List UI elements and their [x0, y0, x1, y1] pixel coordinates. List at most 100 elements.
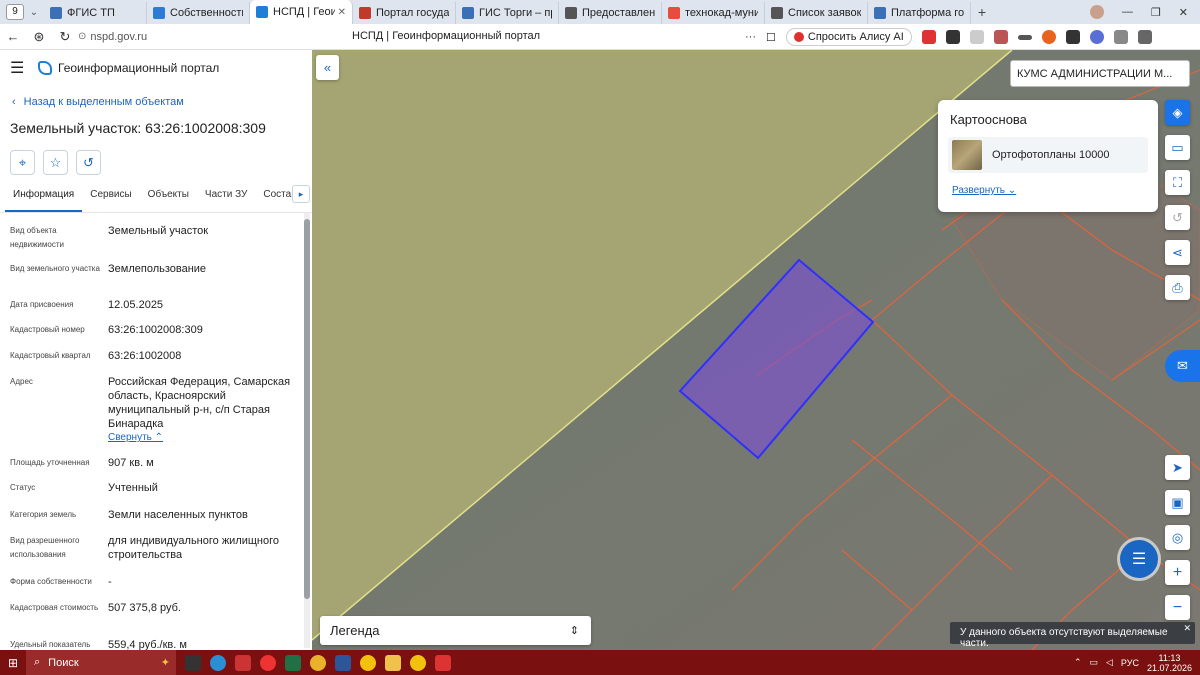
downloads-icon[interactable]: [1137, 30, 1152, 44]
tabs-scroll-right-icon[interactable]: ▸: [292, 185, 310, 203]
1c-second-icon[interactable]: [410, 654, 426, 671]
folder-icon[interactable]: [385, 654, 401, 671]
property-value: Земельный участок: [108, 224, 298, 252]
collapse-address-link[interactable]: Свернуть ⌃: [108, 431, 298, 445]
profile-avatar[interactable]: [1089, 5, 1104, 19]
zoom-in-button[interactable]: +: [1165, 560, 1190, 585]
browser-tab[interactable]: НСПД | Геоинфор✕: [250, 0, 353, 24]
back-arrow-icon[interactable]: ←: [0, 29, 26, 44]
scrollbar-thumb[interactable]: [304, 219, 310, 599]
tab-list-chevron-icon[interactable]: ⌄: [24, 7, 44, 18]
property-value: -: [108, 575, 298, 589]
page-title: НСПД | Геоинформационный портал: [352, 30, 541, 42]
extension-dash-icon[interactable]: [1017, 34, 1032, 40]
volume-icon[interactable]: ◁: [1106, 657, 1113, 668]
windows-start-icon[interactable]: ⊞: [0, 656, 26, 670]
chrome-icon[interactable]: [310, 654, 326, 671]
history-tool-button[interactable]: ↺: [1165, 205, 1190, 230]
close-tab-icon[interactable]: ✕: [335, 7, 346, 18]
minimap-button[interactable]: ▣: [1165, 490, 1190, 515]
ask-alice-button[interactable]: Спросить Алису AI: [785, 28, 912, 46]
new-tab-button[interactable]: +: [971, 4, 993, 20]
expand-basemap-link[interactable]: Развернуть ⌄: [952, 185, 1158, 196]
tab-count-badge[interactable]: 9: [6, 4, 24, 20]
navigation-arrow-icon: ➤: [1172, 459, 1183, 475]
layers-tool-button[interactable]: ◈: [1165, 100, 1190, 125]
extension-orange-icon[interactable]: [1041, 30, 1056, 44]
pin-button[interactable]: ◎: [1165, 525, 1190, 550]
taskbar-search[interactable]: ⌕ Поиск ✦: [26, 650, 176, 675]
browser-tab[interactable]: Платформа государс: [868, 2, 971, 24]
tab-label: Платформа государс: [891, 7, 964, 19]
menu-burger-icon[interactable]: ☰: [10, 58, 32, 78]
locate-on-map-button[interactable]: ⌖: [10, 150, 35, 175]
collapse-panel-button[interactable]: «: [316, 55, 339, 80]
double-chevron-left-icon: «: [323, 60, 332, 75]
favorite-button[interactable]: ☆: [43, 150, 68, 175]
basemap-item[interactable]: Ортофотопланы 10000: [948, 137, 1148, 173]
pdf-reader-icon[interactable]: [435, 654, 451, 671]
extension-k2-icon[interactable]: [1065, 30, 1080, 44]
browser-tab[interactable]: технокад-муниципа: [662, 2, 765, 24]
browser-tab[interactable]: ГИС Торги – продаж: [456, 2, 559, 24]
clock[interactable]: 11:13 21.07.2026: [1147, 653, 1192, 673]
browser-tab[interactable]: ФГИС ТП: [44, 2, 147, 24]
print-tool-button[interactable]: ⎙: [1165, 275, 1190, 300]
history-button[interactable]: ↺: [76, 150, 101, 175]
assistant-chat-button[interactable]: ☰: [1120, 540, 1158, 578]
1c-icon[interactable]: [360, 654, 376, 671]
language-indicator[interactable]: РУС: [1121, 658, 1139, 668]
browser-tab[interactable]: Портал государстве: [353, 2, 456, 24]
excel-icon[interactable]: [285, 654, 301, 671]
edge-browser-icon[interactable]: [210, 654, 226, 671]
yandex-browser-icon[interactable]: [260, 654, 276, 671]
extension-k-icon[interactable]: [945, 30, 960, 44]
tray-chevron-icon[interactable]: ⌃: [1074, 657, 1082, 668]
geolocation-button[interactable]: ➤: [1165, 455, 1190, 480]
property-value: 63:26:1002008:309: [108, 323, 298, 337]
tab-label: НСПД | Геоинфор: [273, 6, 335, 18]
word-icon[interactable]: [335, 654, 351, 671]
browser-tab[interactable]: Собственность-WEB: [147, 2, 250, 24]
info-tab[interactable]: Информация: [5, 187, 83, 212]
extensions-puzzle-icon[interactable]: [1113, 30, 1128, 44]
panel-scrollbar[interactable]: [304, 213, 310, 648]
close-window-icon[interactable]: ✕: [1179, 6, 1188, 19]
property-row: Вид земельного участка Землепользование: [0, 262, 302, 276]
organization-select[interactable]: КУМС АДМИНИСТРАЦИИ М...: [1010, 60, 1190, 87]
tab-favicon-icon: [256, 6, 268, 18]
app-red-icon[interactable]: [235, 654, 251, 671]
share-tool-button[interactable]: ⋖: [1165, 240, 1190, 265]
close-toast-icon[interactable]: ✕: [1183, 623, 1191, 634]
back-to-selection-link[interactable]: ‹ Назад к выделенным объектам: [12, 96, 312, 108]
network-icon[interactable]: ▭: [1089, 657, 1098, 668]
maximize-icon[interactable]: ❐: [1151, 6, 1161, 19]
extension-circle-icon[interactable]: [1089, 30, 1104, 44]
minimize-icon[interactable]: —: [1122, 6, 1133, 18]
property-value-text: Учтенный: [108, 482, 158, 494]
select-area-tool-button[interactable]: ⛶: [1165, 170, 1190, 195]
url-field[interactable]: nspd.gov.ru: [90, 31, 340, 43]
extension-cloud-icon[interactable]: [969, 30, 984, 44]
support-chat-tab[interactable]: ✉: [1165, 350, 1200, 382]
browser-tab[interactable]: Список заявок — Те: [765, 2, 868, 24]
portal-logo-icon: [38, 61, 52, 75]
extension-abp-icon[interactable]: [921, 30, 936, 44]
info-tab[interactable]: Сервисы: [82, 187, 139, 212]
browser-tab[interactable]: Предоставление све: [559, 2, 662, 24]
bookmark-icon[interactable]: ☐: [766, 31, 776, 44]
reload-icon[interactable]: ↻: [52, 29, 78, 45]
minimap-icon: ▣: [1171, 494, 1184, 510]
info-tab[interactable]: Части ЗУ: [197, 187, 255, 212]
chevron-up-icon: ⌃: [151, 432, 164, 443]
extension-badge-icon[interactable]: [993, 30, 1008, 44]
yandex-home-icon[interactable]: ⊛: [26, 29, 52, 45]
task-view-icon[interactable]: [185, 654, 201, 671]
ruler-tool-button[interactable]: ▭: [1165, 135, 1190, 160]
zoom-out-button[interactable]: −: [1165, 595, 1190, 620]
more-dots-icon[interactable]: ···: [745, 31, 756, 43]
chat-icon: ✉: [1177, 358, 1188, 373]
legend-dropdown[interactable]: Легенда ⇕: [320, 616, 591, 645]
info-tab[interactable]: Объекты: [140, 187, 197, 212]
property-row: Адрес Российская Федерация, Самарская обл…: [0, 375, 302, 445]
